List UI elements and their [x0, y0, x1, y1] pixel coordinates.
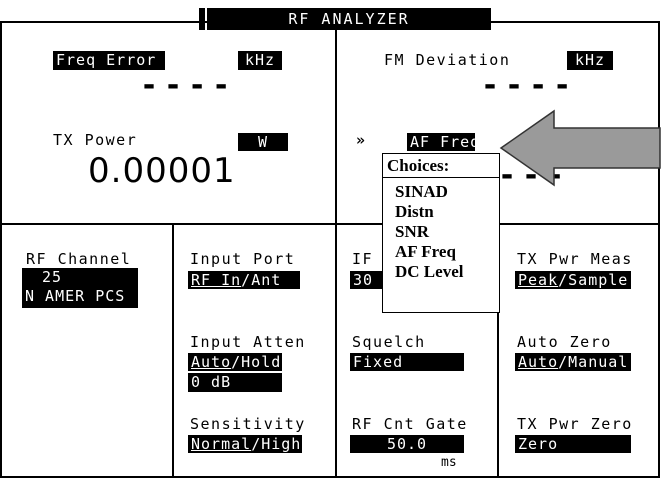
rf-channel-band: N AMER PCS: [25, 287, 126, 305]
selection-marker-icon: »: [356, 131, 366, 149]
title-notch: [199, 8, 205, 30]
tx-pwr-meas-opt2: Sample: [568, 271, 629, 289]
af-freq-field[interactable]: AF Freq: [407, 133, 479, 151]
tx-power-value: 0.00001: [88, 151, 236, 191]
if-filter-label: IF: [352, 250, 374, 268]
sensitivity-opt2: High: [261, 435, 302, 453]
squelch-field[interactable]: Fixed: [350, 353, 464, 371]
if-filter-field[interactable]: 30: [350, 271, 382, 289]
pointer-arrow-icon: [499, 109, 661, 187]
sensitivity-label: Sensitivity: [190, 415, 306, 433]
horizontal-divider: [0, 223, 660, 225]
input-atten-value-field[interactable]: 0 dB: [188, 373, 282, 392]
choice-af-freq[interactable]: AF Freq: [383, 242, 499, 262]
tx-pwr-meas-label: TX Pwr Meas: [517, 250, 633, 268]
rf-cnt-gate-unit: ms: [441, 455, 457, 470]
tx-pwr-meas-opt1: Peak: [518, 271, 559, 289]
freq-error-unit[interactable]: kHz: [238, 51, 282, 70]
choices-popup: Choices: SINAD Distn SNR AF Freq DC Leve…: [382, 153, 500, 313]
rf-channel-label: RF Channel: [26, 250, 132, 268]
fm-deviation-value: ----: [481, 68, 578, 103]
squelch-label: Squelch: [352, 333, 426, 351]
freq-error-value: ----: [140, 68, 237, 103]
auto-zero-label: Auto Zero: [517, 333, 612, 351]
choice-distn[interactable]: Distn: [383, 202, 499, 222]
col1-divider: [172, 223, 174, 478]
sensitivity-sep: /: [251, 435, 262, 453]
input-port-label: Input Port: [190, 250, 296, 268]
input-port-opt2: Ant: [251, 271, 282, 289]
rf-channel-field[interactable]: 25 N AMER PCS: [22, 268, 138, 308]
input-port-opt1: RF In: [191, 271, 242, 289]
choice-snr[interactable]: SNR: [383, 222, 499, 242]
tx-pwr-meas-field[interactable]: Peak/Sample: [515, 271, 631, 289]
tx-pwr-meas-sep: /: [558, 271, 569, 289]
choice-sinad[interactable]: SINAD: [383, 182, 499, 202]
sensitivity-opt1: Normal: [191, 435, 252, 453]
input-atten-opt2: Hold: [241, 353, 282, 371]
input-atten-sep: /: [231, 353, 242, 371]
center-divider: [335, 21, 337, 478]
tx-power-unit[interactable]: W: [238, 133, 288, 151]
auto-zero-field[interactable]: Auto/Manual: [515, 353, 631, 371]
rf-cnt-gate-field[interactable]: 50.0: [350, 435, 464, 453]
sensitivity-field[interactable]: Normal/High: [188, 435, 302, 453]
choice-dc-level[interactable]: DC Level: [383, 262, 499, 282]
fm-deviation-label: FM Deviation: [384, 51, 511, 69]
input-port-field[interactable]: RF In/Ant: [188, 271, 300, 289]
rf-channel-value: 25: [41, 268, 63, 286]
tx-pwr-zero-field[interactable]: Zero: [515, 435, 631, 453]
auto-zero-opt2: Manual: [568, 353, 629, 371]
auto-zero-opt1: Auto: [518, 353, 559, 371]
choices-header: Choices:: [383, 154, 499, 178]
rf-cnt-gate-label: RF Cnt Gate: [352, 415, 468, 433]
auto-zero-sep: /: [558, 353, 569, 371]
input-atten-mode-field[interactable]: Auto/Hold: [188, 353, 282, 371]
tx-pwr-zero-label: TX Pwr Zero: [517, 415, 633, 433]
input-atten-opt1: Auto: [191, 353, 232, 371]
input-atten-label: Input Atten: [190, 333, 306, 351]
input-port-sep: /: [241, 271, 252, 289]
tx-power-label: TX Power: [53, 131, 138, 149]
screen-title: RF ANALYZER: [207, 8, 491, 30]
